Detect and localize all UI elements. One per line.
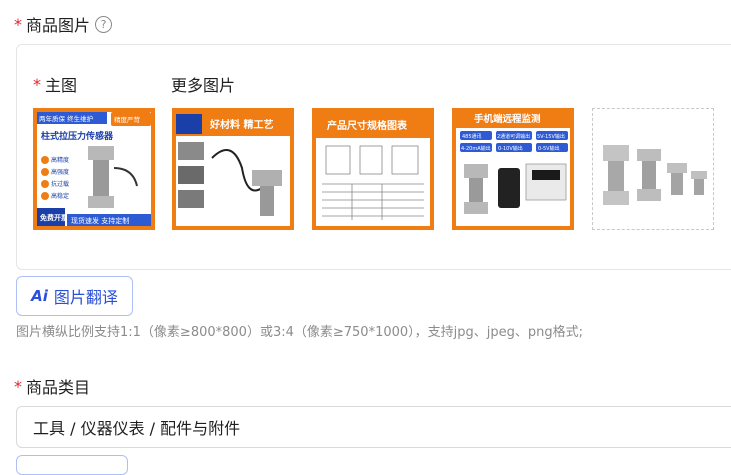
product-image	[593, 109, 713, 229]
product-category-title: 商品类目	[26, 378, 91, 397]
image-format-hint: 图片横纵比例支持1:1（像素≥800*800）或3:4（像素≥750*1000）…	[16, 325, 584, 340]
thumb1-bullet: 抗过载	[51, 180, 69, 188]
next-button-partial[interactable]	[16, 455, 128, 475]
more-image-thumbnail[interactable]: 好材料 精工艺	[172, 108, 294, 230]
help-icon[interactable]: ?	[95, 15, 113, 33]
product-image: 产品尺寸规格图表	[312, 108, 434, 230]
product-image: 好材料 精工艺	[172, 108, 294, 230]
image-translate-button[interactable]: Ai 图片翻译	[16, 276, 133, 316]
image-translate-label: 图片翻译	[53, 288, 118, 307]
thumb4-chip: 2通道可调输出	[497, 133, 530, 140]
thumb1-headline: 柱式拉压力传感器	[41, 130, 114, 142]
thumb4-chip: 5V-15V输出	[537, 133, 565, 140]
product-image-title: 商品图片	[26, 16, 91, 35]
product-image: 两年质保 终生维护 精度严苛 柱式拉压力传感器 高精度 高强度 抗过载 高稳定 …	[33, 108, 155, 230]
thumb4-chip: 4-20mA输出	[461, 145, 491, 152]
thumb4-chip: 0-10V输出	[498, 145, 523, 152]
thumb4-chip: 485通讯	[462, 133, 482, 140]
more-image-thumbnail[interactable]: 产品尺寸规格图表	[312, 108, 434, 230]
required-asterisk: *	[33, 74, 41, 94]
thumb1-badge: 精度严苛	[114, 115, 141, 124]
main-image-thumbnail[interactable]: 两年质保 终生维护 精度严苛 柱式拉压力传感器 高精度 高强度 抗过载 高稳定 …	[33, 108, 155, 230]
product-image-label: * 商品图片 ?	[14, 12, 113, 36]
thumb3-headline: 产品尺寸规格图表	[327, 119, 408, 132]
more-image-thumbnail[interactable]: 手机端远程监测 485通讯 2通道可调输出 5V-15V输出 4-20mA输出 …	[452, 108, 574, 230]
product-image: 手机端远程监测 485通讯 2通道可调输出 5V-15V输出 4-20mA输出 …	[452, 108, 574, 230]
category-select[interactable]: 工具 / 仪器仪表 / 配件与附件	[16, 406, 731, 448]
thumb1-bullet: 高稳定	[51, 192, 69, 200]
more-image-thumbnail[interactable]	[592, 108, 714, 230]
thumb2-headline: 好材料 精工艺	[209, 118, 273, 131]
thumb4-headline: 手机端远程监测	[474, 113, 541, 125]
main-image-label: * 主图	[33, 72, 77, 96]
product-category-label: * 商品类目	[14, 374, 90, 398]
required-asterisk: *	[14, 14, 22, 34]
thumb1-bottom-right: 现货速发 支持定制	[71, 216, 129, 225]
thumb1-bullet: 高精度	[51, 156, 69, 164]
thumb4-chip: 0-5V输出	[538, 145, 560, 152]
ai-icon: Ai	[31, 287, 48, 305]
main-image-text: 主图	[45, 76, 78, 95]
thumb1-bullet: 高强度	[51, 168, 69, 176]
more-images-label: 更多图片	[171, 76, 236, 95]
category-value: 工具 / 仪器仪表 / 配件与附件	[33, 419, 241, 438]
thumb1-top-text: 两年质保 终生维护	[39, 114, 93, 123]
required-asterisk: *	[14, 376, 22, 396]
thumb1-bottom-left: 免费开票	[40, 213, 68, 222]
